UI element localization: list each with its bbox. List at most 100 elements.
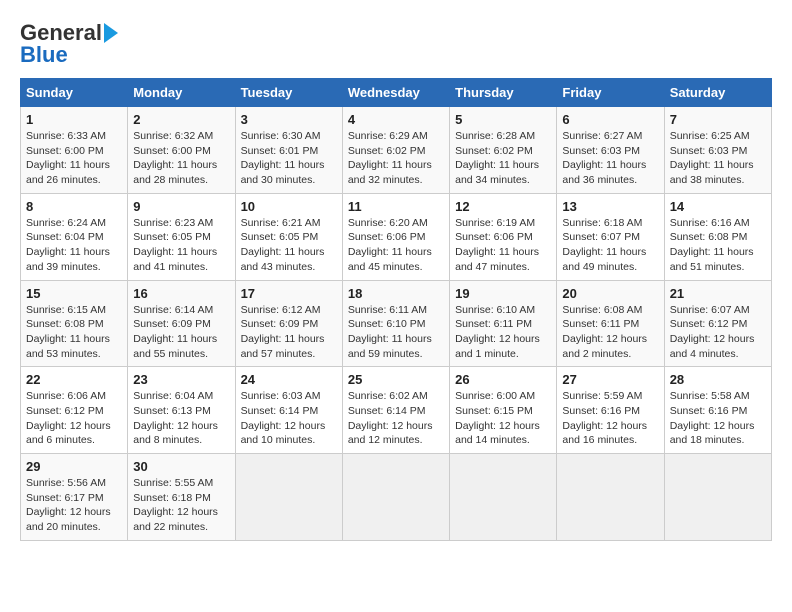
day-number: 15 (26, 286, 122, 301)
calendar-cell: 20 Sunrise: 6:08 AM Sunset: 6:11 PM Dayli… (557, 280, 664, 367)
week-row-5: 29 Sunrise: 5:56 AM Sunset: 6:17 PM Dayli… (21, 454, 772, 541)
day-number: 30 (133, 459, 229, 474)
day-info: Sunrise: 6:04 AM Sunset: 6:13 PM Dayligh… (133, 389, 229, 448)
calendar-cell: 24Sunrise: 6:03 AM Sunset: 6:14 PM Dayli… (235, 367, 342, 454)
calendar-cell: 19 Sunrise: 6:10 AM Sunset: 6:11 PM Dayli… (450, 280, 557, 367)
day-number: 6 (562, 112, 658, 127)
calendar-cell: 11Sunrise: 6:20 AM Sunset: 6:06 PM Dayli… (342, 193, 449, 280)
day-info: Sunrise: 6:02 AM Sunset: 6:14 PM Dayligh… (348, 389, 444, 448)
calendar-cell: 14Sunrise: 6:16 AM Sunset: 6:08 PM Dayli… (664, 193, 771, 280)
calendar-table: SundayMondayTuesdayWednesdayThursdayFrid… (20, 78, 772, 541)
calendar-cell: 22 Sunrise: 6:06 AM Sunset: 6:12 PM Dayli… (21, 367, 128, 454)
day-info: Sunrise: 6:24 AM Sunset: 6:04 PM Dayligh… (26, 216, 122, 275)
col-header-tuesday: Tuesday (235, 79, 342, 107)
day-info: Sunrise: 6:00 AM Sunset: 6:15 PM Dayligh… (455, 389, 551, 448)
day-info: Sunrise: 6:25 AM Sunset: 6:03 PM Dayligh… (670, 129, 766, 188)
calendar-cell: 7 Sunrise: 6:25 AM Sunset: 6:03 PM Daylig… (664, 107, 771, 194)
calendar-cell (664, 454, 771, 541)
week-row-1: 1 Sunrise: 6:33 AM Sunset: 6:00 PM Daylig… (21, 107, 772, 194)
day-info: Sunrise: 6:20 AM Sunset: 6:06 PM Dayligh… (348, 216, 444, 275)
page-header: General Blue (20, 20, 772, 68)
day-info: Sunrise: 6:19 AM Sunset: 6:06 PM Dayligh… (455, 216, 551, 275)
calendar-cell: 28 Sunrise: 5:58 AM Sunset: 6:16 PM Dayli… (664, 367, 771, 454)
calendar-cell: 21 Sunrise: 6:07 AM Sunset: 6:12 PM Dayli… (664, 280, 771, 367)
calendar-cell: 15 Sunrise: 6:15 AM Sunset: 6:08 PM Dayli… (21, 280, 128, 367)
day-number: 20 (562, 286, 658, 301)
day-info: Sunrise: 6:28 AM Sunset: 6:02 PM Dayligh… (455, 129, 551, 188)
calendar-cell: 13Sunrise: 6:18 AM Sunset: 6:07 PM Dayli… (557, 193, 664, 280)
calendar-cell: 10 Sunrise: 6:21 AM Sunset: 6:05 PM Dayli… (235, 193, 342, 280)
calendar-cell: 29 Sunrise: 5:56 AM Sunset: 6:17 PM Dayli… (21, 454, 128, 541)
day-number: 17 (241, 286, 337, 301)
day-number: 19 (455, 286, 551, 301)
col-header-wednesday: Wednesday (342, 79, 449, 107)
day-info: Sunrise: 6:12 AM Sunset: 6:09 PM Dayligh… (241, 303, 337, 362)
day-info: Sunrise: 6:15 AM Sunset: 6:08 PM Dayligh… (26, 303, 122, 362)
calendar-cell: 8 Sunrise: 6:24 AM Sunset: 6:04 PM Daylig… (21, 193, 128, 280)
day-number: 23 (133, 372, 229, 387)
col-header-saturday: Saturday (664, 79, 771, 107)
calendar-cell (342, 454, 449, 541)
calendar-cell: 5 Sunrise: 6:28 AM Sunset: 6:02 PM Daylig… (450, 107, 557, 194)
day-number: 18 (348, 286, 444, 301)
calendar-cell: 25 Sunrise: 6:02 AM Sunset: 6:14 PM Dayli… (342, 367, 449, 454)
day-number: 5 (455, 112, 551, 127)
day-number: 9 (133, 199, 229, 214)
day-number: 13 (562, 199, 658, 214)
week-row-3: 15 Sunrise: 6:15 AM Sunset: 6:08 PM Dayli… (21, 280, 772, 367)
day-info: Sunrise: 6:21 AM Sunset: 6:05 PM Dayligh… (241, 216, 337, 275)
day-info: Sunrise: 6:29 AM Sunset: 6:02 PM Dayligh… (348, 129, 444, 188)
logo-arrow-icon (104, 23, 118, 43)
day-info: Sunrise: 5:55 AM Sunset: 6:18 PM Dayligh… (133, 476, 229, 535)
col-header-thursday: Thursday (450, 79, 557, 107)
day-info: Sunrise: 5:58 AM Sunset: 6:16 PM Dayligh… (670, 389, 766, 448)
calendar-cell: 1 Sunrise: 6:33 AM Sunset: 6:00 PM Daylig… (21, 107, 128, 194)
calendar-cell: 12 Sunrise: 6:19 AM Sunset: 6:06 PM Dayli… (450, 193, 557, 280)
day-number: 10 (241, 199, 337, 214)
calendar-cell (235, 454, 342, 541)
week-row-2: 8 Sunrise: 6:24 AM Sunset: 6:04 PM Daylig… (21, 193, 772, 280)
calendar-header-row: SundayMondayTuesdayWednesdayThursdayFrid… (21, 79, 772, 107)
day-info: Sunrise: 6:07 AM Sunset: 6:12 PM Dayligh… (670, 303, 766, 362)
calendar-cell: 27 Sunrise: 5:59 AM Sunset: 6:16 PM Dayli… (557, 367, 664, 454)
day-number: 21 (670, 286, 766, 301)
day-number: 25 (348, 372, 444, 387)
day-number: 2 (133, 112, 229, 127)
day-number: 28 (670, 372, 766, 387)
calendar-cell: 30 Sunrise: 5:55 AM Sunset: 6:18 PM Dayli… (128, 454, 235, 541)
day-info: Sunrise: 6:30 AM Sunset: 6:01 PM Dayligh… (241, 129, 337, 188)
day-info: Sunrise: 6:27 AM Sunset: 6:03 PM Dayligh… (562, 129, 658, 188)
calendar-cell: 17 Sunrise: 6:12 AM Sunset: 6:09 PM Dayli… (235, 280, 342, 367)
day-info: Sunrise: 6:10 AM Sunset: 6:11 PM Dayligh… (455, 303, 551, 362)
day-info: Sunrise: 6:32 AM Sunset: 6:00 PM Dayligh… (133, 129, 229, 188)
calendar-cell: 9 Sunrise: 6:23 AM Sunset: 6:05 PM Daylig… (128, 193, 235, 280)
day-number: 16 (133, 286, 229, 301)
calendar-cell (557, 454, 664, 541)
day-info: Sunrise: 6:06 AM Sunset: 6:12 PM Dayligh… (26, 389, 122, 448)
calendar-cell: 2 Sunrise: 6:32 AM Sunset: 6:00 PM Daylig… (128, 107, 235, 194)
day-info: Sunrise: 6:33 AM Sunset: 6:00 PM Dayligh… (26, 129, 122, 188)
calendar-cell (450, 454, 557, 541)
calendar-cell: 3 Sunrise: 6:30 AM Sunset: 6:01 PM Daylig… (235, 107, 342, 194)
calendar-cell: 18 Sunrise: 6:11 AM Sunset: 6:10 PM Dayli… (342, 280, 449, 367)
calendar-cell: 16 Sunrise: 6:14 AM Sunset: 6:09 PM Dayli… (128, 280, 235, 367)
calendar-cell: 23 Sunrise: 6:04 AM Sunset: 6:13 PM Dayli… (128, 367, 235, 454)
day-number: 1 (26, 112, 122, 127)
day-info: Sunrise: 5:56 AM Sunset: 6:17 PM Dayligh… (26, 476, 122, 535)
day-number: 29 (26, 459, 122, 474)
day-info: Sunrise: 6:11 AM Sunset: 6:10 PM Dayligh… (348, 303, 444, 362)
day-info: Sunrise: 6:08 AM Sunset: 6:11 PM Dayligh… (562, 303, 658, 362)
day-number: 22 (26, 372, 122, 387)
day-info: Sunrise: 6:23 AM Sunset: 6:05 PM Dayligh… (133, 216, 229, 275)
logo: General Blue (20, 20, 118, 68)
day-number: 12 (455, 199, 551, 214)
day-number: 14 (670, 199, 766, 214)
calendar-cell: 6 Sunrise: 6:27 AM Sunset: 6:03 PM Daylig… (557, 107, 664, 194)
day-number: 7 (670, 112, 766, 127)
day-number: 8 (26, 199, 122, 214)
day-info: Sunrise: 6:14 AM Sunset: 6:09 PM Dayligh… (133, 303, 229, 362)
day-number: 27 (562, 372, 658, 387)
day-info: Sunrise: 5:59 AM Sunset: 6:16 PM Dayligh… (562, 389, 658, 448)
col-header-friday: Friday (557, 79, 664, 107)
day-number: 3 (241, 112, 337, 127)
